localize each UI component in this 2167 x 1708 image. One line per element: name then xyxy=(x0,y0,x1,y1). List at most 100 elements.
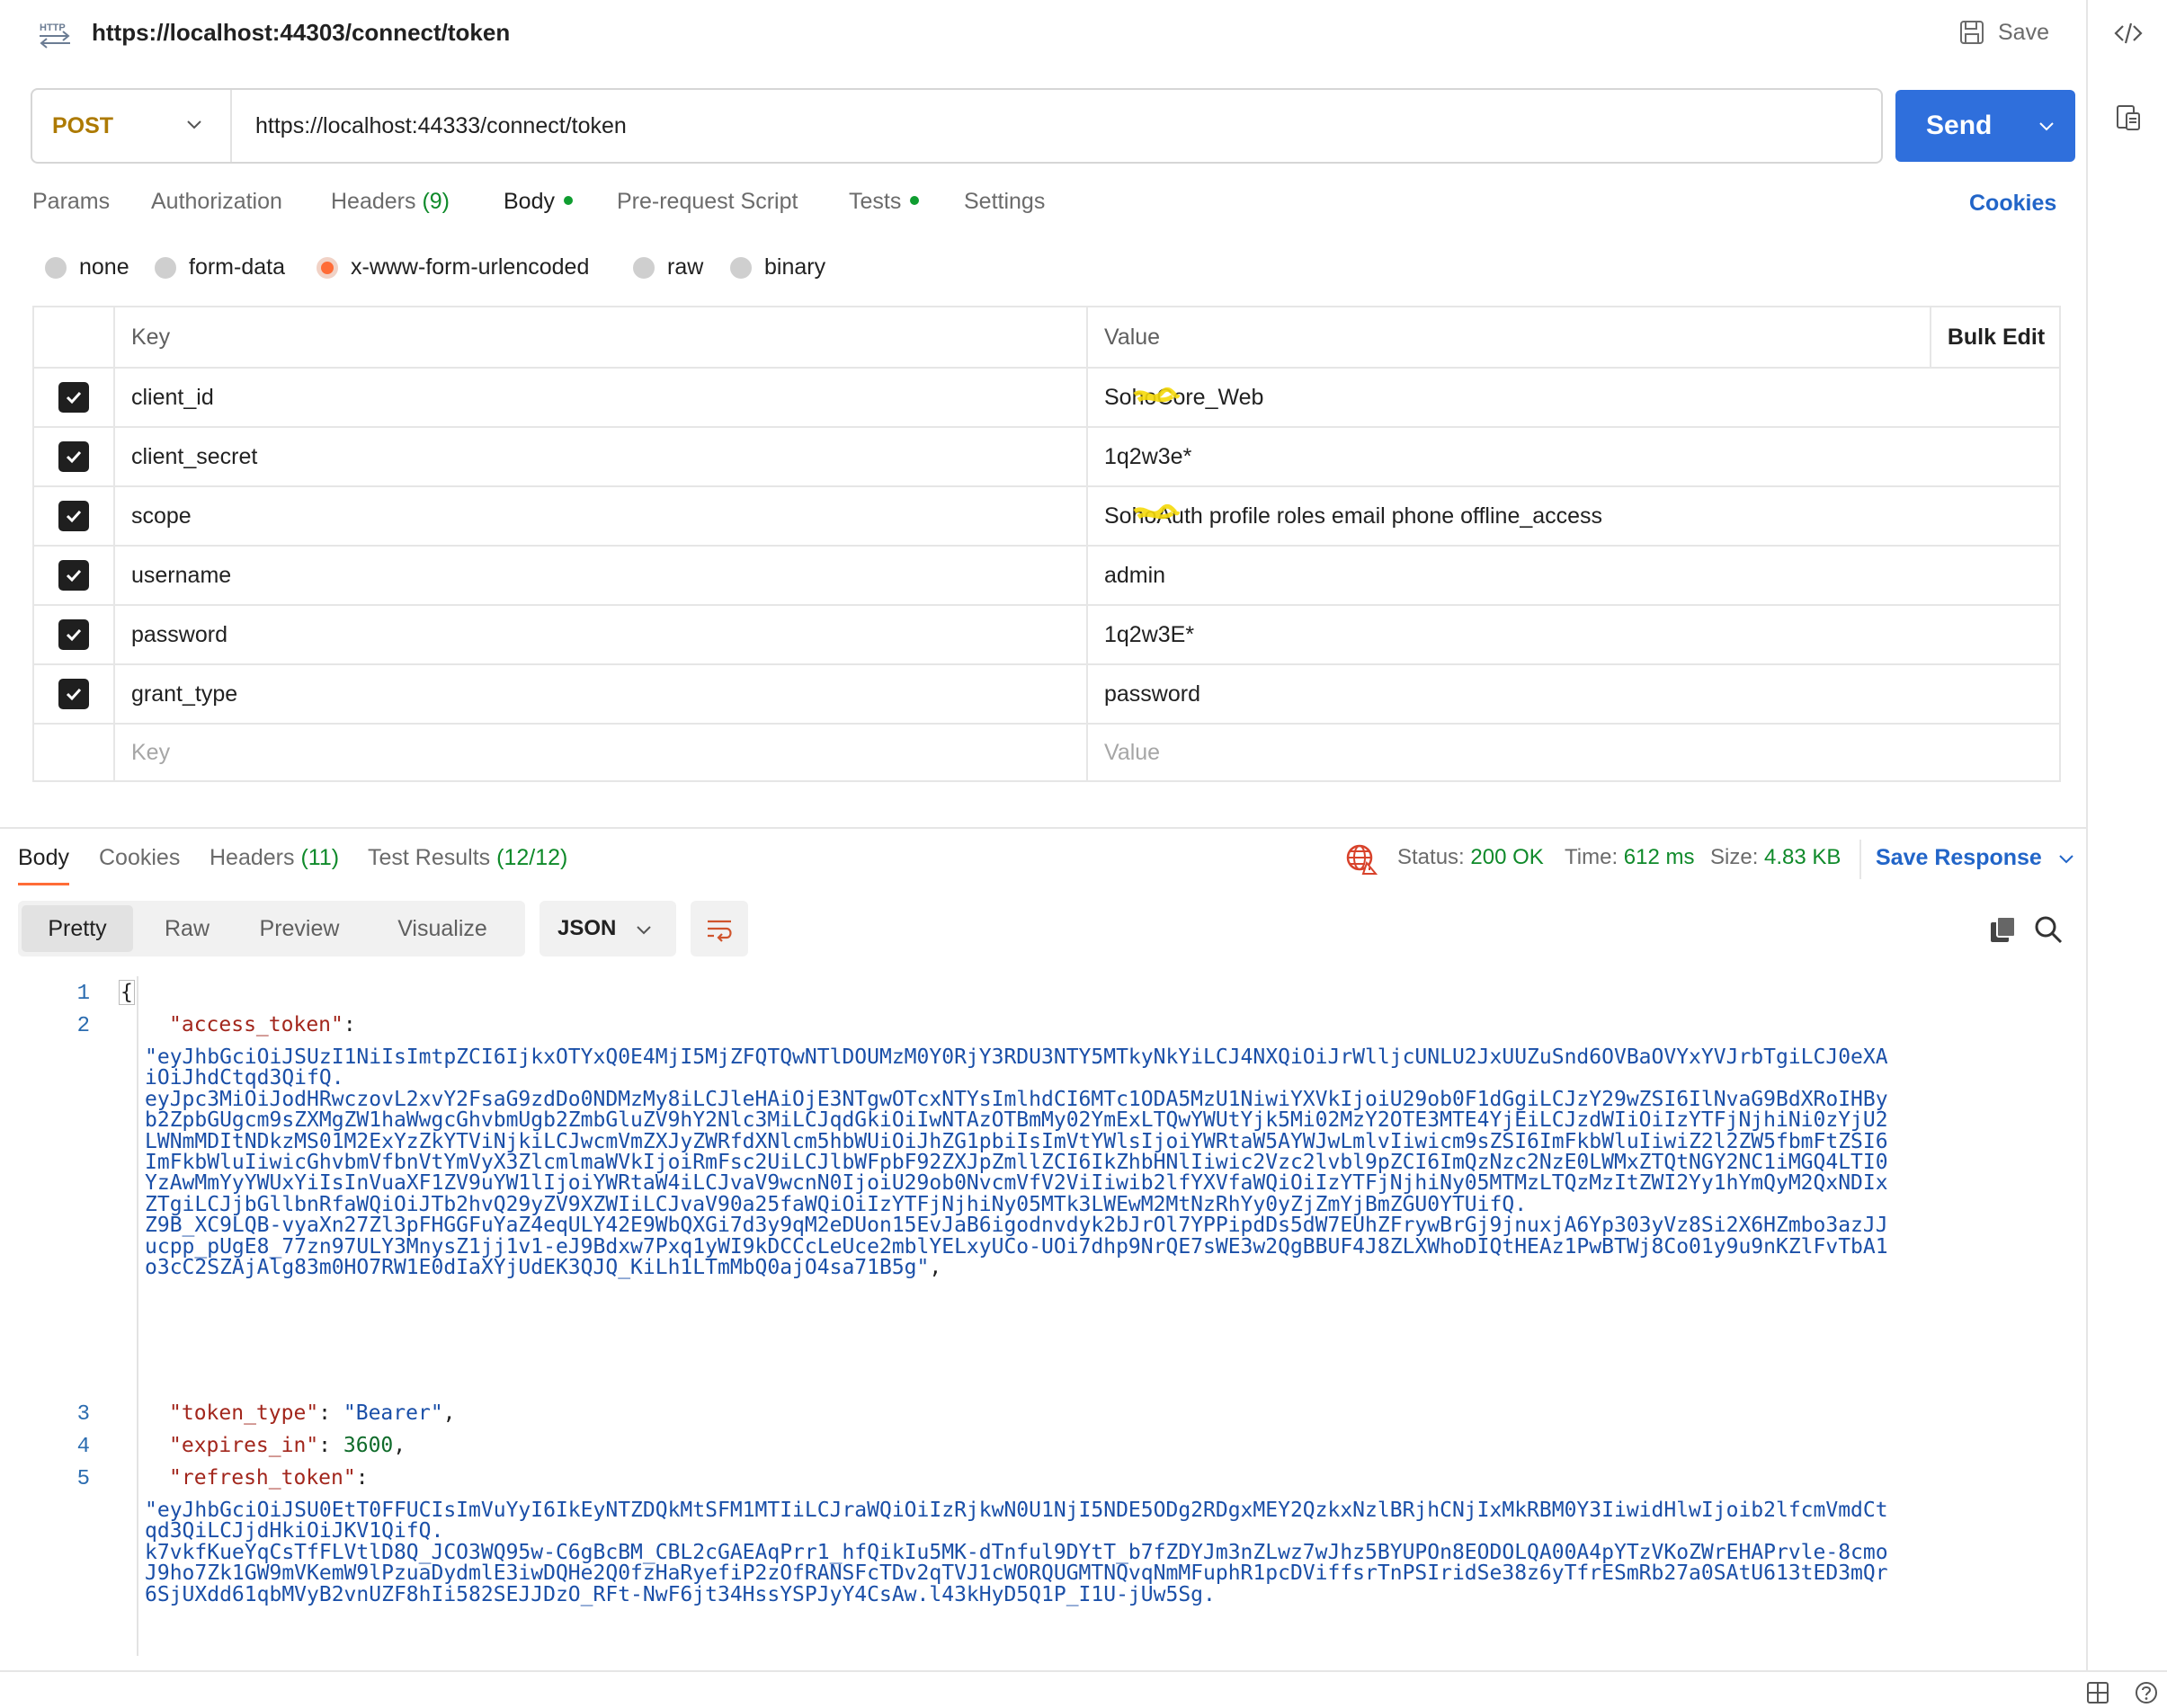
row-key[interactable]: client_secret xyxy=(115,428,1088,485)
send-options-button[interactable] xyxy=(2018,90,2075,162)
method-select[interactable]: POST xyxy=(32,90,232,162)
radio-none[interactable]: none xyxy=(45,254,129,280)
right-sidebar xyxy=(2090,0,2167,1670)
method-value: POST xyxy=(52,112,114,138)
row-key[interactable]: client_id xyxy=(115,369,1088,426)
checkmark-icon xyxy=(66,450,82,464)
save-response-button[interactable]: Save Response xyxy=(1876,845,2075,871)
redaction-scribble xyxy=(1133,503,1180,520)
documentation-button[interactable] xyxy=(2109,99,2147,137)
meta-separator xyxy=(1859,840,1861,879)
send-label: Send xyxy=(1926,111,1993,140)
radio-form-data[interactable]: form-data xyxy=(155,254,285,280)
header-check-cell xyxy=(34,307,115,367)
row-checkbox[interactable] xyxy=(58,441,89,472)
tab-authorization[interactable]: Authorization xyxy=(151,189,282,215)
line-number: 4 xyxy=(76,1435,90,1459)
http-icon: HTTP xyxy=(40,22,70,49)
view-raw[interactable]: Raw xyxy=(144,905,230,952)
table-row: grant_type password xyxy=(34,663,2059,723)
table-header-row: Key Value Bulk Edit xyxy=(34,307,2059,367)
status-value: 200 OK xyxy=(1470,845,1544,869)
view-mode-segmented: Pretty Raw Preview Visualize xyxy=(18,901,525,956)
radio-binary[interactable]: binary xyxy=(730,254,825,280)
json-string-segment: "eyJhbGciOiJSUzI1NiIsImtpZCI6IjkxOTYxQ0E… xyxy=(145,1045,1888,1069)
params-table: Key Value Bulk Edit client_id SohoCore_We… xyxy=(32,306,2061,782)
code-line: { xyxy=(119,976,135,1009)
json-comma: , xyxy=(442,1401,456,1425)
status-footer xyxy=(0,1670,2167,1708)
row-check-cell xyxy=(34,606,115,663)
tab-params[interactable]: Params xyxy=(32,189,110,215)
url-bar: POST https://localhost:44333/connect/tok… xyxy=(31,88,1883,164)
response-code-viewer[interactable]: 1 { 2 "access_token": "eyJhbGciOiJSUzI1N… xyxy=(18,976,2041,1656)
save-icon xyxy=(1960,21,1984,44)
row-checkbox[interactable] xyxy=(58,560,89,591)
row-value[interactable]: admin xyxy=(1088,547,2061,604)
tab-settings[interactable]: Settings xyxy=(964,189,1045,215)
layout-icon[interactable] xyxy=(2086,1681,2109,1704)
row-key[interactable]: password xyxy=(115,606,1088,663)
empty-check-cell xyxy=(34,725,115,780)
row-checkbox[interactable] xyxy=(58,679,89,709)
view-preview[interactable]: Preview xyxy=(241,905,358,952)
radio-circle xyxy=(155,256,176,279)
send-button[interactable]: Send xyxy=(1895,90,2075,162)
row-check-cell xyxy=(34,665,115,723)
table-row: client_secret 1q2w3e* xyxy=(34,426,2059,485)
size-readout[interactable]: Size: 4.83 KB xyxy=(1710,845,1841,870)
request-title[interactable]: https://localhost:44303/connect/token xyxy=(92,19,510,47)
tab-prerequest-script[interactable]: Pre-request Script xyxy=(617,189,798,215)
row-value[interactable]: password xyxy=(1088,665,2061,723)
radio-raw[interactable]: raw xyxy=(633,254,703,280)
row-value[interactable]: SohoCore_Web xyxy=(1088,369,2061,426)
wrap-lines-icon xyxy=(708,920,732,942)
new-key-input[interactable]: Key xyxy=(115,725,1088,780)
row-key[interactable]: scope xyxy=(115,487,1088,545)
radio-label: x-www-form-urlencoded xyxy=(351,254,590,280)
format-select[interactable]: JSON xyxy=(540,901,676,956)
open-brace: { xyxy=(119,980,135,1005)
status-readout[interactable]: Status: 200 OK xyxy=(1397,845,1544,870)
new-value-input[interactable]: Value xyxy=(1088,725,2061,780)
row-value[interactable]: SohoAuth profile roles email phone offli… xyxy=(1088,487,2061,545)
view-visualize[interactable]: Visualize xyxy=(369,905,516,952)
radio-x-www-form-urlencoded[interactable]: x-www-form-urlencoded xyxy=(317,254,589,280)
help-icon[interactable] xyxy=(2135,1681,2158,1704)
json-key: "refresh_token" xyxy=(169,1466,356,1490)
wrap-lines-button[interactable] xyxy=(691,901,748,956)
bulk-edit-button[interactable]: Bulk Edit xyxy=(1930,307,2061,367)
row-key[interactable]: username xyxy=(115,547,1088,604)
copy-icon[interactable] xyxy=(1987,913,2020,946)
cookies-link[interactable]: Cookies xyxy=(1969,191,2056,217)
table-row: client_id SohoCore_Web xyxy=(34,367,2059,426)
code-snippet-button[interactable] xyxy=(2109,14,2147,52)
tab-headers[interactable]: Headers (9) xyxy=(331,189,450,215)
size-label: Size: xyxy=(1710,845,1759,869)
tab-tests[interactable]: Tests xyxy=(849,189,920,215)
line-number: 5 xyxy=(76,1467,90,1491)
view-pretty[interactable]: Pretty xyxy=(22,905,133,952)
radio-label: form-data xyxy=(189,254,285,280)
row-checkbox[interactable] xyxy=(58,501,89,531)
row-check-cell xyxy=(34,547,115,604)
row-checkbox[interactable] xyxy=(58,619,89,650)
tab-body[interactable]: Body xyxy=(504,189,573,215)
request-response-divider xyxy=(0,827,2088,829)
row-key[interactable]: grant_type xyxy=(115,665,1088,723)
format-value: JSON xyxy=(557,916,617,940)
json-colon: : xyxy=(343,1013,356,1036)
checkmark-icon xyxy=(66,510,82,523)
json-key: "expires_in" xyxy=(169,1434,319,1457)
time-readout[interactable]: Time: 612 ms xyxy=(1565,845,1694,870)
save-button[interactable]: Save xyxy=(1958,14,2049,50)
row-value[interactable]: 1q2w3e* xyxy=(1088,428,2061,485)
url-input[interactable]: https://localhost:44333/connect/token xyxy=(232,90,1881,162)
json-number: 3600 xyxy=(343,1434,394,1457)
tab-body-label: Body xyxy=(504,189,555,214)
row-checkbox[interactable] xyxy=(58,382,89,413)
line-number: 1 xyxy=(76,982,90,1006)
search-icon[interactable] xyxy=(2032,913,2064,946)
row-value[interactable]: 1q2w3E* xyxy=(1088,606,2061,663)
code-line-wrapped: o3cC2SZAjAlg83m0HO7RW1E0dIaXYjUdEK3QJQ_K… xyxy=(145,1251,941,1284)
